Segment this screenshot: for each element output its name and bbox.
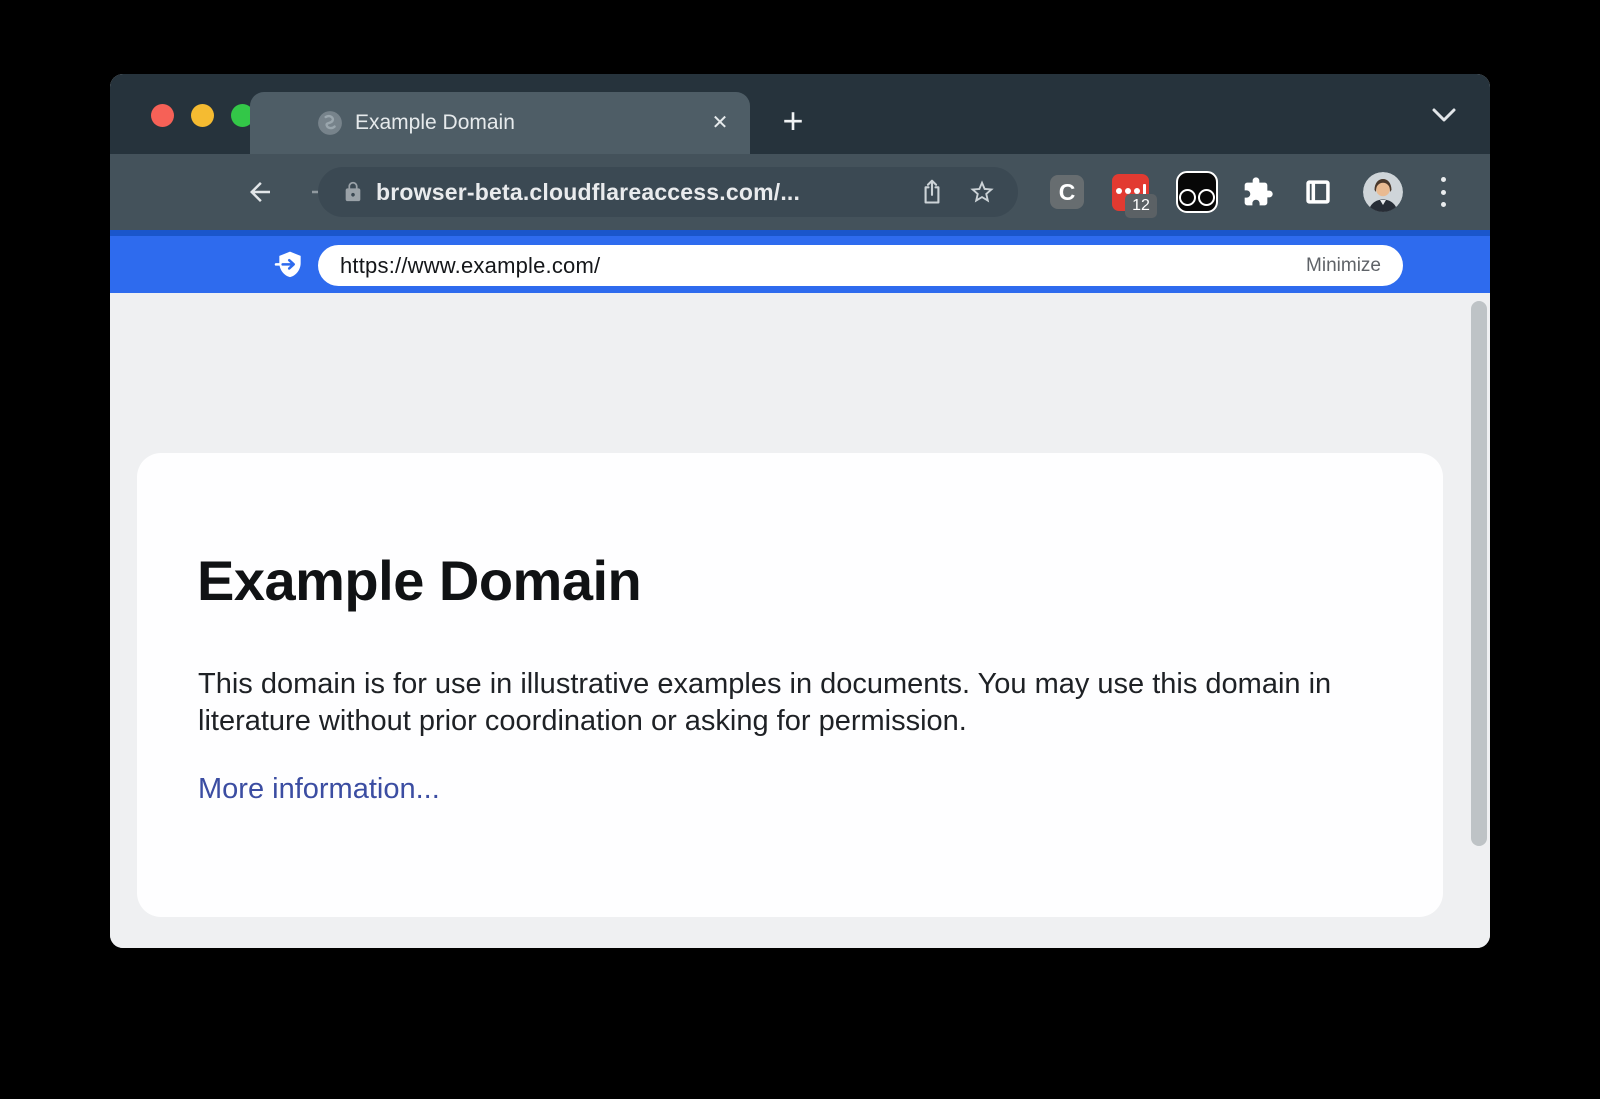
example-domain-card: Example Domain This domain is for use in…	[137, 453, 1443, 917]
remote-url-input[interactable]: https://www.example.com/ Minimize	[318, 245, 1403, 286]
side-panel-icon[interactable]	[1304, 178, 1332, 206]
browser-tab[interactable]: Example Domain ✕	[250, 92, 750, 154]
extension-c-icon[interactable]: C	[1050, 175, 1084, 209]
bookmark-star-icon[interactable]	[968, 178, 996, 206]
more-information-link[interactable]: More information...	[198, 773, 440, 806]
extensions-puzzle-icon[interactable]	[1242, 176, 1274, 208]
vertical-scrollbar-thumb[interactable]	[1471, 301, 1487, 846]
shield-arrow-icon	[274, 249, 306, 281]
back-button-icon[interactable]	[245, 177, 275, 207]
tab-favicon-globe-icon	[317, 110, 343, 136]
page-viewport: Example Domain This domain is for use in…	[110, 293, 1490, 948]
profile-avatar[interactable]	[1363, 172, 1403, 212]
search-tabs-chevron-icon[interactable]	[1430, 107, 1458, 123]
minimize-window-button[interactable]	[191, 104, 214, 127]
tab-close-icon[interactable]: ✕	[705, 108, 735, 138]
address-bar[interactable]: browser-beta.cloudflareaccess.com/...	[318, 167, 1018, 217]
remote-url-value[interactable]: https://www.example.com/	[340, 253, 600, 279]
tab-title: Example Domain	[355, 92, 515, 154]
share-icon[interactable]	[918, 178, 946, 206]
page-title: Example Domain	[197, 553, 641, 609]
extension-badge-count: 12	[1125, 194, 1157, 218]
minimize-bar-button[interactable]: Minimize	[1306, 255, 1381, 277]
isolation-url-bar: https://www.example.com/ Minimize	[110, 230, 1490, 293]
address-bar-url[interactable]: browser-beta.cloudflareaccess.com/...	[376, 167, 800, 217]
https-lock-icon[interactable]	[342, 181, 364, 203]
browser-toolbar: browser-beta.cloudflareaccess.com/... C …	[110, 154, 1490, 230]
tab-strip: Example Domain ✕ +	[110, 74, 1490, 154]
close-window-button[interactable]	[151, 104, 174, 127]
two-circles-glyph	[1179, 189, 1215, 206]
page-paragraph: This domain is for use in illustrative e…	[198, 666, 1353, 740]
extension-two-circles-icon[interactable]	[1176, 171, 1218, 213]
window-controls	[151, 104, 254, 127]
new-tab-button[interactable]: +	[775, 104, 811, 140]
browser-window: Example Domain ✕ + browser-beta.cloudfla…	[110, 74, 1490, 948]
extension-password-manager-icon[interactable]: 12	[1112, 174, 1149, 211]
browser-menu-kebab-icon[interactable]	[1441, 177, 1447, 207]
